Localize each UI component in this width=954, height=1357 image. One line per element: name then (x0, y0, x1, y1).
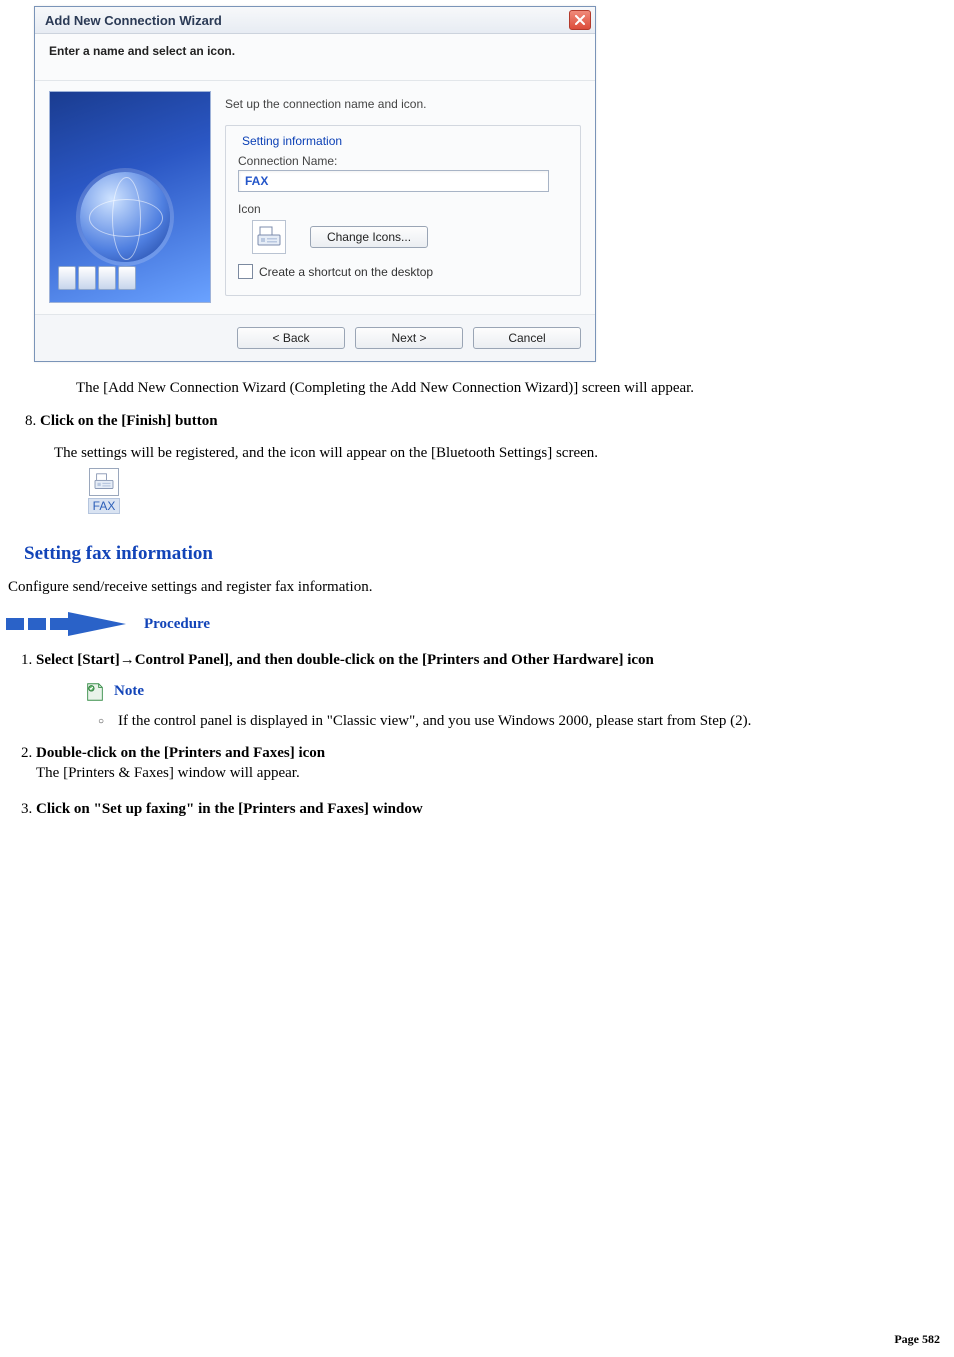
procedure-step-2: Double-click on the [Printers and Faxes]… (36, 743, 950, 784)
procedure-step-3-text: Click on "Set up faxing" in the [Printer… (36, 801, 423, 817)
close-icon (575, 15, 585, 25)
page-number: Page 582 (894, 1332, 940, 1347)
create-shortcut-checkbox[interactable] (238, 264, 253, 279)
dialog-title: Add New Connection Wizard (45, 13, 222, 28)
note-label: Note (114, 681, 144, 701)
fax-desktop-icon: FAX (82, 468, 126, 515)
fax-icon-caption: FAX (88, 498, 121, 514)
icon-label: Icon (238, 202, 568, 216)
procedure-step-1: Select [Start]→Control Panel], and then … (36, 650, 950, 731)
fax-icon (257, 226, 281, 248)
wizard-artwork (49, 91, 211, 303)
back-button[interactable]: < Back (237, 327, 345, 349)
close-button[interactable] (569, 10, 591, 30)
cancel-button[interactable]: Cancel (473, 327, 581, 349)
shortcut-checkbox-row: Create a shortcut on the desktop (238, 264, 568, 279)
procedure-step-1-text: Select [Start]→Control Panel], and then … (36, 652, 654, 668)
dialog-titlebar: Add New Connection Wizard (35, 7, 595, 34)
fax-icon (93, 473, 115, 491)
procedure-step-2-sub: The [Printers & Faxes] window will appea… (36, 763, 950, 783)
procedure-label: Procedure (144, 616, 210, 633)
procedure-arrow-icon (6, 612, 126, 636)
fieldset-legend: Setting information (238, 134, 346, 148)
section-heading: Setting fax information (24, 543, 950, 565)
dialog-body: Set up the connection name and icon. Set… (35, 81, 595, 315)
procedure-header: Procedure (6, 612, 950, 636)
connection-name-label: Connection Name: (238, 154, 568, 168)
post-dialog-text: The [Add New Connection Wizard (Completi… (76, 380, 950, 397)
setup-instruction: Set up the connection name and icon. (225, 97, 581, 111)
procedure-step-3: Click on "Set up faxing" in the [Printer… (36, 799, 950, 819)
connection-name-input[interactable] (238, 170, 549, 192)
next-button[interactable]: Next > (355, 327, 463, 349)
selected-icon-preview (252, 220, 286, 254)
note-item-1: If the control panel is displayed in "Cl… (98, 711, 950, 731)
create-shortcut-label: Create a shortcut on the desktop (259, 265, 433, 279)
dialog-subheading: Enter a name and select an icon. (35, 34, 595, 81)
dialog-body-right: Set up the connection name and icon. Set… (225, 91, 581, 306)
registered-line: The settings will be registered, and the… (54, 445, 950, 462)
section-intro: Configure send/receive settings and regi… (8, 579, 950, 596)
change-icons-button[interactable]: Change Icons... (310, 226, 428, 248)
dialog-footer: < Back Next > Cancel (35, 315, 595, 361)
add-new-connection-wizard-dialog: Add New Connection Wizard Enter a name a… (34, 6, 596, 362)
step-8-text: Click on the [Finish] button (40, 413, 218, 429)
step-8: Click on the [Finish] button (40, 411, 950, 431)
procedure-step-2-bold: Double-click on the [Printers and Faxes]… (36, 745, 325, 761)
note-icon (84, 681, 106, 703)
note-header: Note (84, 681, 950, 703)
setting-information-fieldset: Setting information Connection Name: Ico… (225, 125, 581, 296)
icon-row: Change Icons... (252, 220, 568, 254)
